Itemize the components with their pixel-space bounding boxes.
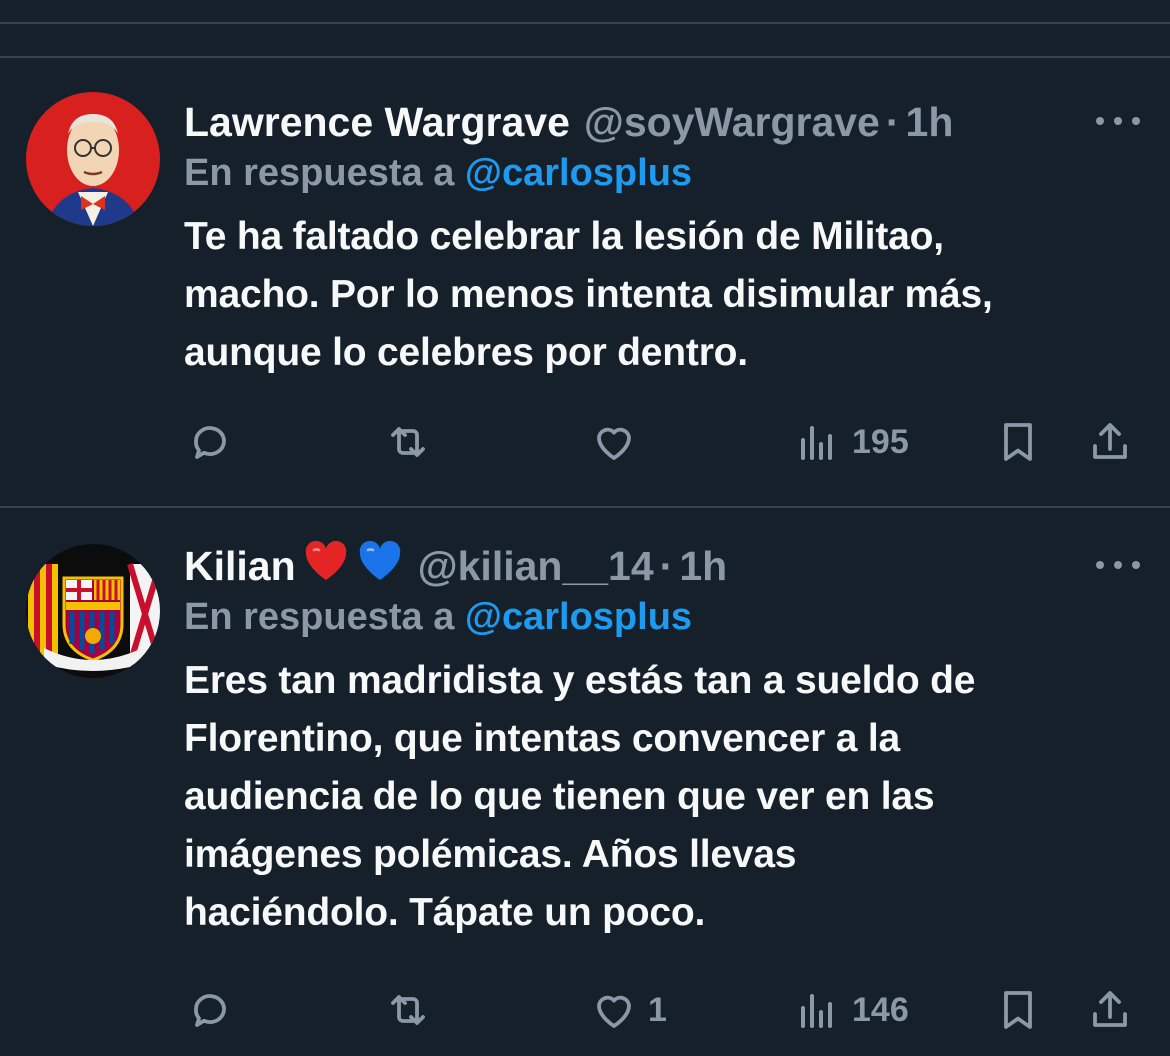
avatar[interactable]	[26, 544, 160, 678]
tweet-text-line: haciéndolo. Tápate un poco.	[184, 891, 706, 934]
author-handle[interactable]: @kilian__14	[418, 543, 654, 590]
bookmark-button[interactable]	[994, 412, 1042, 472]
red-heart-icon	[302, 537, 350, 595]
bookmark-button[interactable]	[994, 980, 1042, 1040]
bookmark-icon	[1004, 423, 1032, 461]
tweet[interactable]: Kilian @kilian__14 · 1h En respuesta a @…	[0, 536, 1170, 1056]
more-icon[interactable]	[1096, 106, 1140, 136]
timestamp[interactable]: 1h	[679, 543, 727, 590]
share-icon	[1093, 423, 1127, 459]
tweet-text-line: audiencia de lo que tienen que ver en la…	[184, 775, 935, 818]
views-icon	[801, 426, 832, 460]
divider	[0, 56, 1170, 58]
tweet-text-line: imágenes polémicas. Años llevas	[184, 833, 797, 876]
tweet-text: Te ha faltado celebrar la lesión de Mili…	[184, 208, 1144, 382]
cartoon-man-portrait-icon	[26, 92, 160, 226]
author-name[interactable]: Lawrence Wargrave	[184, 99, 570, 146]
reply-prefix: En respuesta a	[184, 596, 455, 638]
divider	[0, 506, 1170, 508]
separator-dot: ·	[659, 542, 674, 589]
like-icon	[597, 427, 631, 460]
tweet-actions: 1 146	[184, 980, 1144, 1040]
author-name[interactable]: Kilian	[184, 543, 296, 590]
author-handle[interactable]: @soyWargrave	[584, 99, 880, 146]
tweet-text-line: Te ha faltado celebrar la lesión de Mili…	[184, 215, 944, 258]
views-count: 146	[852, 990, 909, 1029]
separator-dot: ·	[885, 98, 900, 145]
retweet-button[interactable]	[384, 412, 432, 472]
views-button[interactable]: 146	[794, 980, 909, 1040]
timestamp[interactable]: 1h	[906, 99, 954, 146]
reply-mention[interactable]: @carlosplus	[465, 152, 692, 194]
like-button[interactable]	[590, 412, 648, 472]
fc-barcelona-crest-icon	[26, 544, 160, 678]
divider	[0, 22, 1170, 24]
reply-prefix: En respuesta a	[184, 152, 455, 194]
like-icon	[597, 995, 631, 1028]
tweet-text-line: Eres tan madridista y estás tan a sueldo…	[184, 659, 976, 702]
share-icon	[1093, 991, 1127, 1027]
reply-mention[interactable]: @carlosplus	[465, 596, 692, 638]
reply-context: En respuesta a @carlosplus	[184, 152, 692, 195]
more-icon[interactable]	[1096, 550, 1140, 580]
share-button[interactable]	[1086, 412, 1134, 472]
like-count: 1	[648, 990, 667, 1029]
retweet-button[interactable]	[384, 980, 432, 1040]
tweet-text-line: macho. Por lo menos intenta disimular má…	[184, 273, 993, 316]
views-button[interactable]: 195	[794, 412, 909, 472]
tweet-actions: 195	[184, 412, 1144, 472]
reply-icon	[194, 426, 226, 459]
retweet-icon	[391, 995, 425, 1025]
timeline-feed: Lawrence Wargrave @soyWargrave · 1h En r…	[0, 0, 1170, 1056]
share-button[interactable]	[1086, 980, 1134, 1040]
tweet-text: Eres tan madridista y estás tan a sueldo…	[184, 652, 1144, 942]
reply-icon	[194, 994, 226, 1027]
like-button[interactable]: 1	[590, 980, 667, 1040]
tweet-header: Kilian @kilian__14 · 1h	[184, 536, 727, 596]
blue-heart-icon	[356, 537, 404, 595]
retweet-icon	[391, 427, 425, 457]
views-icon	[801, 994, 832, 1028]
reply-button[interactable]	[186, 412, 234, 472]
tweet-text-line: aunque lo celebres por dentro.	[184, 331, 748, 374]
tweet-text-line: Florentino, que intentas convencer a la	[184, 717, 901, 760]
avatar[interactable]	[26, 92, 160, 226]
reply-context: En respuesta a @carlosplus	[184, 596, 692, 639]
tweet[interactable]: Lawrence Wargrave @soyWargrave · 1h En r…	[0, 92, 1170, 502]
views-count: 195	[852, 422, 909, 461]
bookmark-icon	[1004, 991, 1032, 1029]
reply-button[interactable]	[186, 980, 234, 1040]
tweet-header: Lawrence Wargrave @soyWargrave · 1h	[184, 92, 953, 152]
